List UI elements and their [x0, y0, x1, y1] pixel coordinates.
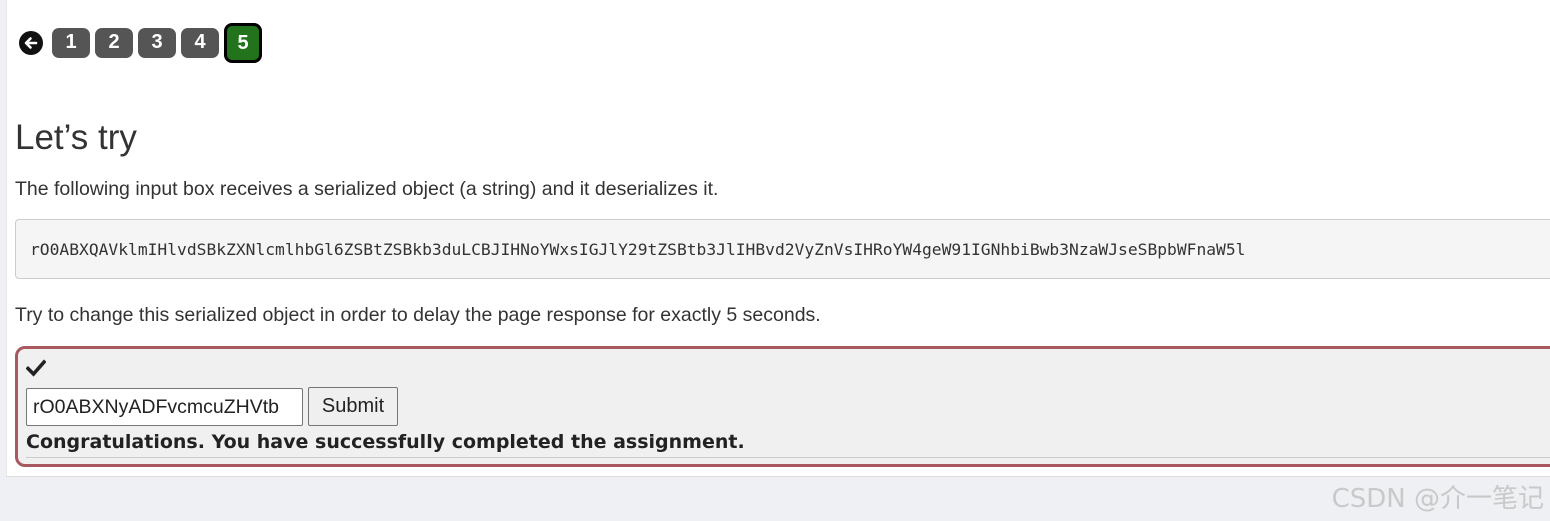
back-button[interactable] [19, 30, 43, 55]
section-heading: Let’s try [15, 118, 137, 157]
page-button-4[interactable]: 4 [181, 27, 219, 58]
page-button-5-active[interactable]: 5 [224, 23, 262, 63]
feedback-message: Congratulations. You have successfully c… [26, 431, 745, 453]
page-button-2[interactable]: 2 [95, 27, 133, 58]
csdn-watermark: CSDN @介一笔记 [1331, 484, 1544, 514]
page-button-3[interactable]: 3 [138, 27, 176, 58]
lesson-page: 1 2 3 4 5 Let’s try The following input … [6, 0, 1550, 477]
serialized-object-text: rO0ABXQAVklmIHlvdSBkZXNlcmlhbGl6ZSBtZSBk… [30, 239, 1246, 259]
checkmark-icon [25, 359, 47, 381]
lesson-page-nav: 1 2 3 4 5 [19, 22, 267, 63]
arrow-left-icon [24, 36, 38, 49]
attack-form-container: Submit Congratulations. You have success… [15, 346, 1550, 467]
instruction-text: Try to change this serialized object in … [15, 304, 821, 326]
page-button-1[interactable]: 1 [52, 27, 90, 58]
serialized-object-code: rO0ABXQAVklmIHlvdSBkZXNlcmlhbGl6ZSBtZSBk… [15, 219, 1550, 279]
serialized-token-input[interactable] [26, 388, 303, 426]
intro-text: The following input box receives a seria… [15, 178, 719, 200]
output-divider [26, 457, 1550, 458]
submit-button[interactable]: Submit [308, 387, 398, 426]
